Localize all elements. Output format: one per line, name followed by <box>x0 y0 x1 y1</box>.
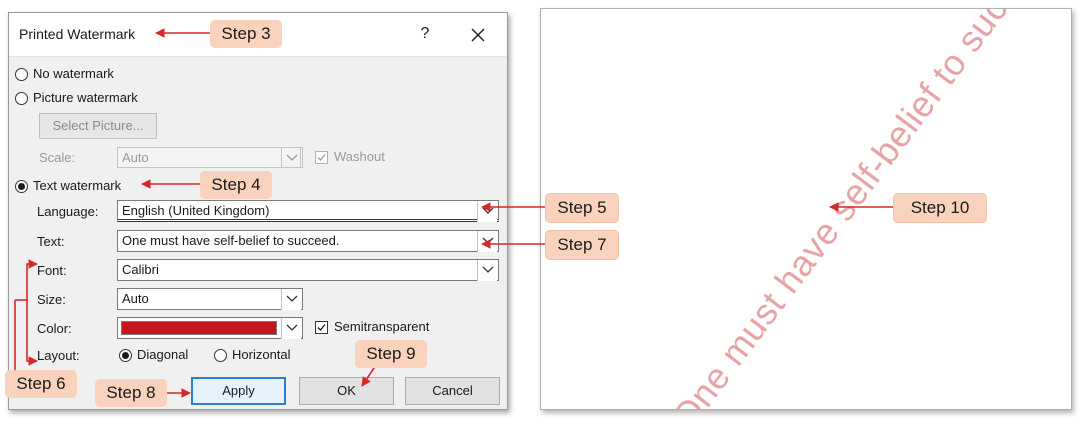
size-select[interactable]: Auto <box>117 288 303 310</box>
scale-label: Scale: <box>39 150 76 165</box>
diagonal-label[interactable]: Diagonal <box>137 347 188 362</box>
step-4-callout: Step 4 <box>200 171 272 199</box>
help-button[interactable]: ? <box>413 22 437 46</box>
no-watermark-radio[interactable] <box>15 68 28 81</box>
size-dropdown-button[interactable] <box>281 289 301 310</box>
ok-button[interactable]: OK <box>299 377 394 405</box>
language-select[interactable]: English (United Kingdom) <box>117 200 499 222</box>
step-10-callout: Step 10 <box>893 193 987 223</box>
size-label: Size: <box>37 292 66 307</box>
chevron-down-icon <box>286 295 298 302</box>
step-6-callout: Step 6 <box>5 370 77 398</box>
scale-value: Auto <box>122 150 149 165</box>
step-9-callout: Step 9 <box>355 340 427 368</box>
step-5-callout: Step 5 <box>545 193 619 223</box>
font-select[interactable]: Calibri <box>117 259 499 281</box>
color-label: Color: <box>37 321 72 336</box>
scale-select[interactable]: Auto <box>117 147 303 168</box>
dialog-title: Printed Watermark <box>19 26 136 42</box>
select-picture-button[interactable]: Select Picture... <box>39 113 157 139</box>
font-value: Calibri <box>122 262 159 277</box>
picture-watermark-label[interactable]: Picture watermark <box>33 90 138 105</box>
close-button[interactable] <box>465 22 491 48</box>
language-dropdown-button[interactable] <box>477 201 497 222</box>
semitransparent-checkbox[interactable] <box>315 321 328 334</box>
watermark-preview: One must have self-belief to succeed. <box>540 8 1072 410</box>
chevron-down-icon <box>482 266 494 273</box>
scale-dropdown-button[interactable] <box>281 147 301 168</box>
step-3-callout: Step 3 <box>210 20 282 48</box>
text-dropdown-button[interactable] <box>477 231 497 252</box>
text-watermark-radio[interactable] <box>15 180 28 193</box>
no-watermark-label[interactable]: No watermark <box>33 66 114 81</box>
picture-watermark-radio[interactable] <box>15 92 28 105</box>
checkmark-icon <box>317 154 326 161</box>
color-dropdown-button[interactable] <box>281 318 301 339</box>
cancel-button[interactable]: Cancel <box>405 377 500 405</box>
printed-watermark-dialog: Printed Watermark ? No watermark Picture… <box>8 12 508 410</box>
checkmark-icon <box>317 324 326 331</box>
chevron-down-icon <box>482 237 494 244</box>
washout-checkbox[interactable] <box>315 151 328 164</box>
chevron-down-icon <box>286 154 298 161</box>
chevron-down-icon <box>286 324 298 331</box>
font-label: Font: <box>37 263 67 278</box>
text-value: One must have self-belief to succeed. <box>122 233 340 248</box>
size-value: Auto <box>122 291 149 306</box>
step-8-callout: Step 8 <box>95 379 167 407</box>
color-select[interactable] <box>117 317 303 339</box>
chevron-down-icon <box>482 207 494 214</box>
step-7-callout: Step 7 <box>545 230 619 260</box>
language-label: Language: <box>37 204 99 219</box>
text-label: Text: <box>37 234 65 249</box>
washout-label: Washout <box>334 149 385 164</box>
color-swatch <box>121 321 277 335</box>
horizontal-label[interactable]: Horizontal <box>232 347 291 362</box>
text-input[interactable]: One must have self-belief to succeed. <box>117 230 499 252</box>
font-dropdown-button[interactable] <box>477 260 497 281</box>
horizontal-radio[interactable] <box>214 349 227 362</box>
apply-button[interactable]: Apply <box>191 377 286 405</box>
semitransparent-label[interactable]: Semitransparent <box>334 319 429 334</box>
language-value: English (United Kingdom) <box>122 203 270 218</box>
layout-label: Layout: <box>37 348 80 363</box>
diagonal-radio[interactable] <box>119 349 132 362</box>
close-icon <box>471 28 485 42</box>
text-watermark-label[interactable]: Text watermark <box>33 178 121 193</box>
